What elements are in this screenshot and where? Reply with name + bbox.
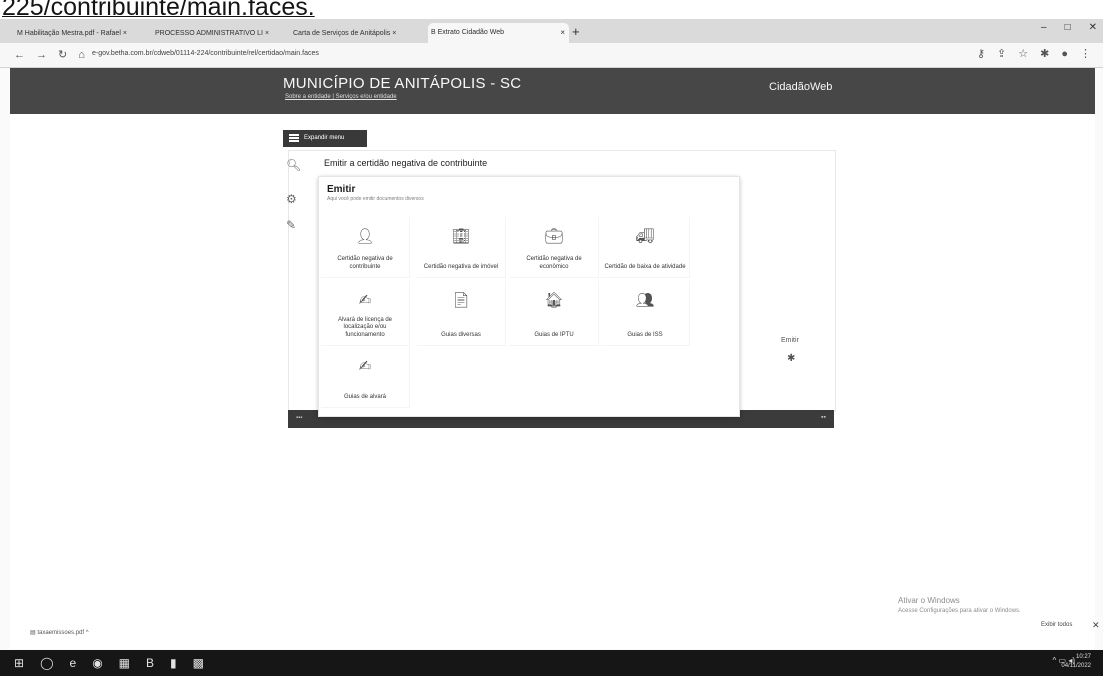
edge-icon[interactable]: e <box>70 656 77 670</box>
back-icon[interactable]: ← <box>14 49 36 61</box>
profile-icon[interactable]: ● <box>1061 48 1068 60</box>
footer-left-icon: ▪▪▪ <box>296 415 303 421</box>
star-icon[interactable]: ☆ <box>1018 48 1028 60</box>
betha-icon[interactable]: B <box>146 656 154 670</box>
tile-certidao-economico[interactable]: 💼︎ Certidão negativa de econômico <box>510 217 599 278</box>
taskbar-clock[interactable]: 10:27 04/11/2022 <box>1061 653 1091 671</box>
tile-guias-diversas[interactable]: 📄︎ Guias diversas <box>417 281 506 346</box>
side-emitir-label[interactable]: Emitir <box>781 337 799 344</box>
tile-certidao-imovel[interactable]: 🏢︎ Certidão negativa de imóvel <box>417 217 506 278</box>
stamp-icon: ✍︎ <box>358 358 372 375</box>
share-icon[interactable]: ⇪ <box>997 48 1006 60</box>
site-title: MUNICÍPIO DE ANITÁPOLIS - SC <box>283 75 522 92</box>
close-download-bar-icon[interactable]: ✕ <box>1092 620 1100 631</box>
browser-toolbar: ←→↻⌂ e-gov.betha.com.br/cdweb/01114-224/… <box>0 43 1103 68</box>
minimize-icon[interactable]: – <box>1041 22 1047 33</box>
mail-icon[interactable]: ▦ <box>119 656 130 670</box>
windows-activation-notice: Ativar o Windows Acesse Configurações pa… <box>898 596 1021 614</box>
browser-tab-strip: M Habilitação Mestra.pdf - Rafael × PROC… <box>0 19 1103 43</box>
house-icon: 🏠︎ <box>544 292 564 309</box>
app-icon[interactable]: ▩ <box>193 656 204 670</box>
taskbar-icons: ⊞ ◯ e ◉ ▦ B ▮ ▩ <box>14 656 220 670</box>
windows-start-icon[interactable]: ⊞ <box>14 656 24 670</box>
tile-guias-iptu[interactable]: 🏠︎ Guias de IPTU <box>510 281 599 346</box>
tile-certidao-baixa[interactable]: 🚚︎ Certidão de baixa de atividade <box>601 217 690 278</box>
reload-icon[interactable]: ↻ <box>58 49 78 61</box>
more-icon[interactable]: ⋮ <box>1080 48 1091 60</box>
extensions-icon[interactable]: ✱ <box>1040 48 1049 60</box>
new-tab-button[interactable]: + <box>572 24 580 39</box>
tile-certidao-contribuinte[interactable]: 👤︎ Certidão negativa de contribuinte <box>321 217 410 278</box>
briefcase-icon: 💼︎ <box>544 228 564 245</box>
tray-arrow-icon[interactable]: ^ <box>1053 656 1057 665</box>
truck-icon: 🚚︎ <box>635 228 655 245</box>
word-icon[interactable]: ▮ <box>170 656 177 670</box>
gear-icon[interactable]: ⚙︎ <box>286 192 297 206</box>
edit-icon[interactable]: ✎ <box>286 218 296 232</box>
page-title: Emitir a certidão negativa de contribuin… <box>324 158 488 168</box>
site-header: MUNICÍPIO DE ANITÁPOLIS - SC Sobre a ent… <box>10 68 1095 114</box>
browser-tab[interactable]: Carta de Serviços de Anitápolis × <box>290 25 428 43</box>
windows-taskbar: ⊞ ◯ e ◉ ▦ B ▮ ▩ ^ ▭ ◂) 10:27 04/11/2022 <box>0 650 1103 676</box>
browser-tab-active[interactable]: B Extrato Cidadão Web × <box>428 23 569 43</box>
footer-right-icon: ▪▪ <box>821 414 826 421</box>
caption-bar: 225/contribuinte/main.faces. <box>0 0 1103 21</box>
chrome-icon[interactable]: ◉ <box>92 656 102 670</box>
tab-close-icon[interactable]: × <box>560 23 565 43</box>
expand-menu-button[interactable]: Expandir menu <box>283 130 367 147</box>
document-icon: 📄︎ <box>451 292 471 309</box>
tile-guias-iss[interactable]: 👥︎ Guias de ISS <box>601 281 690 346</box>
stamp-icon: ✍︎ <box>358 292 372 309</box>
forward-icon[interactable]: → <box>36 49 58 61</box>
browser-tab[interactable]: M Habilitação Mestra.pdf - Rafael × <box>14 25 153 43</box>
search-icon[interactable]: 🔍︎ <box>286 158 301 172</box>
tile-guias-alvara[interactable]: ✍︎ Guias de alvará <box>321 347 410 408</box>
dropdown-description: Aqui você pode emitir documentos diverso… <box>327 196 424 202</box>
gear-icon[interactable]: ✱ <box>787 353 795 364</box>
search-icon[interactable]: ◯ <box>40 656 53 670</box>
close-window-icon[interactable]: ✕ <box>1089 22 1097 33</box>
person-icon: 👤︎ <box>355 228 375 245</box>
person-desk-icon: 👥︎ <box>635 292 655 309</box>
tile-alvara-licenca[interactable]: ✍︎ Alvará de licença de localização e/ou… <box>321 281 410 346</box>
building-icon: 🏢︎ <box>451 228 471 245</box>
hamburger-icon <box>289 134 299 142</box>
dropdown-title: Emitir <box>327 184 356 195</box>
browser-tab[interactable]: PROCESSO ADMINISTRATIVO LI × <box>152 25 291 43</box>
toolbar-actions: ⚷ ⇪ ☆ ✱ ● ⋮ <box>965 47 1091 60</box>
nav-buttons: ←→↻⌂ <box>14 48 96 61</box>
address-bar[interactable]: e-gov.betha.com.br/cdweb/01114-224/contr… <box>92 50 319 57</box>
maximize-icon[interactable]: □ <box>1065 22 1071 33</box>
window-controls: – □ ✕ <box>1023 22 1097 33</box>
show-all-downloads-link[interactable]: Exibir todos <box>1041 622 1072 628</box>
emitir-dropdown: Emitir Aqui você pode emitir documentos … <box>318 176 740 417</box>
site-brand[interactable]: CidadãoWeb <box>769 81 832 93</box>
key-icon[interactable]: ⚷ <box>977 48 985 60</box>
download-item[interactable]: ▤ taxaemissoes.pdf ^ <box>30 629 89 636</box>
site-subtitle-links[interactable]: Sobre a entidade | Serviços e/ou entidad… <box>285 94 397 100</box>
